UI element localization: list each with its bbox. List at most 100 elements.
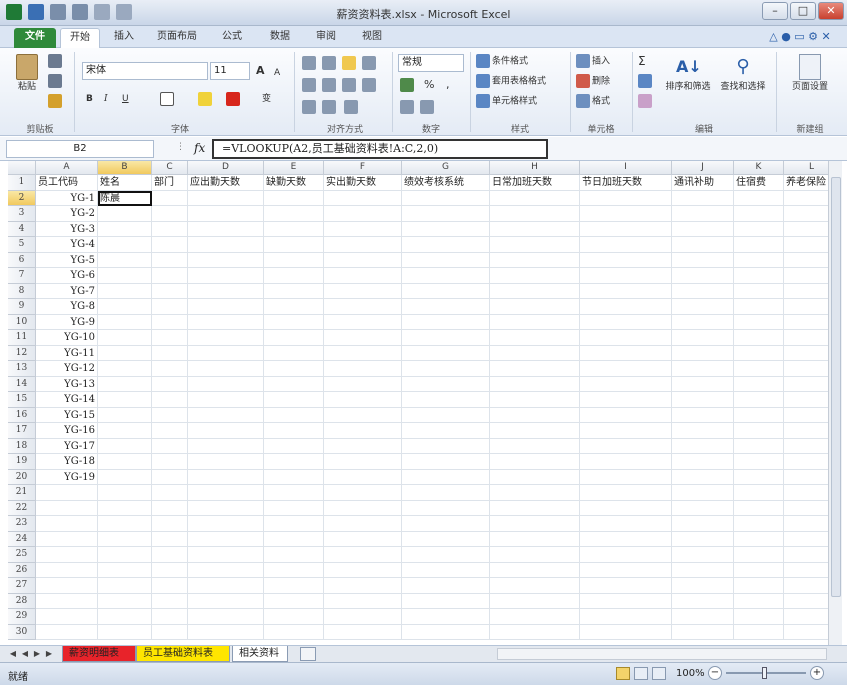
grid-cell[interactable]	[580, 283, 672, 299]
grid-cell[interactable]	[324, 485, 402, 501]
find-select-button[interactable]: ⚲ 查找和选择	[718, 54, 768, 94]
grid-cell[interactable]	[98, 562, 152, 578]
increase-indent-icon[interactable]	[322, 100, 338, 115]
grid-cell[interactable]	[580, 252, 672, 268]
fill-icon[interactable]	[638, 74, 654, 89]
grid-cell[interactable]	[402, 438, 490, 454]
grid-cell[interactable]	[264, 407, 324, 423]
delete-cells-button[interactable]: 删除	[576, 74, 610, 89]
grid-cell[interactable]	[264, 531, 324, 547]
grid-cell[interactable]	[324, 361, 402, 377]
grid-cell[interactable]	[98, 252, 152, 268]
grid-cell[interactable]	[324, 190, 402, 206]
grid-cell[interactable]	[580, 361, 672, 377]
grid-cell[interactable]	[98, 500, 152, 516]
grid-cell[interactable]	[402, 392, 490, 408]
employee-code-cell[interactable]: YG-13	[36, 376, 98, 392]
grid-cell[interactable]	[580, 438, 672, 454]
vertical-scroll-thumb[interactable]	[831, 177, 841, 597]
zoom-level[interactable]: 100%	[676, 668, 705, 679]
row-header[interactable]: 11	[8, 330, 36, 346]
header-cell[interactable]: 日常加班天数	[490, 175, 580, 191]
header-cell[interactable]: 实出勤天数	[324, 175, 402, 191]
wrap-text-icon[interactable]	[362, 78, 378, 93]
grid-cell[interactable]	[402, 609, 490, 625]
column-header-a[interactable]: A	[36, 161, 98, 175]
bold-button[interactable]: B	[86, 92, 93, 106]
grid-cell[interactable]	[580, 392, 672, 408]
grid-cell[interactable]	[188, 454, 264, 470]
grid-cell[interactable]	[580, 376, 672, 392]
grid-cell[interactable]	[784, 377, 828, 392]
grid-cell[interactable]	[402, 299, 490, 315]
grid-cell[interactable]	[784, 237, 828, 253]
row-header[interactable]: 12	[8, 345, 36, 361]
format-cells-button[interactable]: 格式	[576, 94, 610, 109]
grid-cell[interactable]	[734, 407, 784, 423]
grid-cell[interactable]	[490, 578, 580, 594]
autosum-button[interactable]: Σ	[638, 54, 646, 68]
grid-cell[interactable]	[490, 361, 580, 377]
grid-cell[interactable]	[152, 500, 188, 516]
grid-cell[interactable]	[672, 469, 734, 485]
grid-cell[interactable]	[734, 469, 784, 485]
grid-cell[interactable]	[490, 283, 580, 299]
grid-cell[interactable]	[152, 190, 188, 206]
align-left-icon[interactable]	[302, 78, 318, 93]
grid-cell[interactable]	[734, 330, 784, 346]
row-header[interactable]: 2	[8, 190, 36, 206]
grid-cell[interactable]	[402, 206, 490, 222]
grid-cell[interactable]	[580, 609, 672, 625]
grid-cell[interactable]	[784, 361, 828, 377]
employee-code-cell[interactable]: YG-14	[36, 392, 98, 408]
grid-cell[interactable]	[734, 516, 784, 532]
merge-cells-icon[interactable]	[344, 100, 360, 115]
grid-cell[interactable]	[264, 361, 324, 377]
font-color-icon[interactable]	[226, 92, 242, 107]
grid-cell[interactable]	[402, 221, 490, 237]
grid-cell[interactable]	[188, 221, 264, 237]
worksheet-grid[interactable]: A B C D E F G H I J K L 1 员工代码 姓名 部门 应出勤天数 缺勤天数 实出勤天数 绩效考核系…	[8, 161, 828, 645]
row-header[interactable]: 9	[8, 299, 36, 315]
grid-cell[interactable]	[490, 299, 580, 315]
grid-cell[interactable]	[490, 562, 580, 578]
grid-cell[interactable]	[264, 423, 324, 439]
header-cell[interactable]: 住宿费	[734, 175, 784, 191]
row-header[interactable]: 3	[8, 206, 36, 222]
grid-cell[interactable]	[264, 314, 324, 330]
header-cell[interactable]: 绩效考核系统	[402, 175, 490, 191]
grid-cell[interactable]	[490, 221, 580, 237]
grid-cell[interactable]	[152, 221, 188, 237]
column-header-d[interactable]: D	[188, 161, 264, 175]
grid-cell[interactable]	[152, 376, 188, 392]
grid-cell[interactable]	[734, 376, 784, 392]
grid-cell[interactable]	[98, 531, 152, 547]
fill-color-icon[interactable]	[198, 92, 214, 107]
grid-cell[interactable]	[734, 252, 784, 268]
grid-cell[interactable]	[672, 454, 734, 470]
employee-code-cell[interactable]: YG-12	[36, 361, 98, 377]
grid-cell[interactable]	[98, 624, 152, 640]
grid-cell[interactable]	[490, 423, 580, 439]
grid-cell[interactable]	[36, 531, 98, 547]
grid-cell[interactable]	[152, 206, 188, 222]
grid-cell[interactable]	[36, 578, 98, 594]
grid-cell[interactable]	[324, 454, 402, 470]
clear-icon[interactable]	[638, 94, 654, 109]
grid-cell[interactable]	[734, 268, 784, 284]
grid-cell[interactable]	[580, 469, 672, 485]
grid-cell[interactable]	[264, 438, 324, 454]
employee-code-cell[interactable]: YG-7	[36, 283, 98, 299]
grid-cell[interactable]	[264, 392, 324, 408]
grid-cell[interactable]	[152, 345, 188, 361]
grid-cell[interactable]	[324, 562, 402, 578]
grid-cell[interactable]	[672, 330, 734, 346]
tab-insert[interactable]: 插入	[104, 28, 144, 48]
grid-cell[interactable]	[672, 299, 734, 315]
header-cell[interactable]: 员工代码	[36, 175, 98, 191]
row-header[interactable]: 14	[8, 376, 36, 392]
header-cell[interactable]: 部门	[152, 175, 188, 191]
grid-cell[interactable]	[672, 190, 734, 206]
orientation-icon[interactable]	[362, 56, 378, 71]
formula-bar-menu-icon[interactable]: ⋮	[176, 142, 185, 152]
